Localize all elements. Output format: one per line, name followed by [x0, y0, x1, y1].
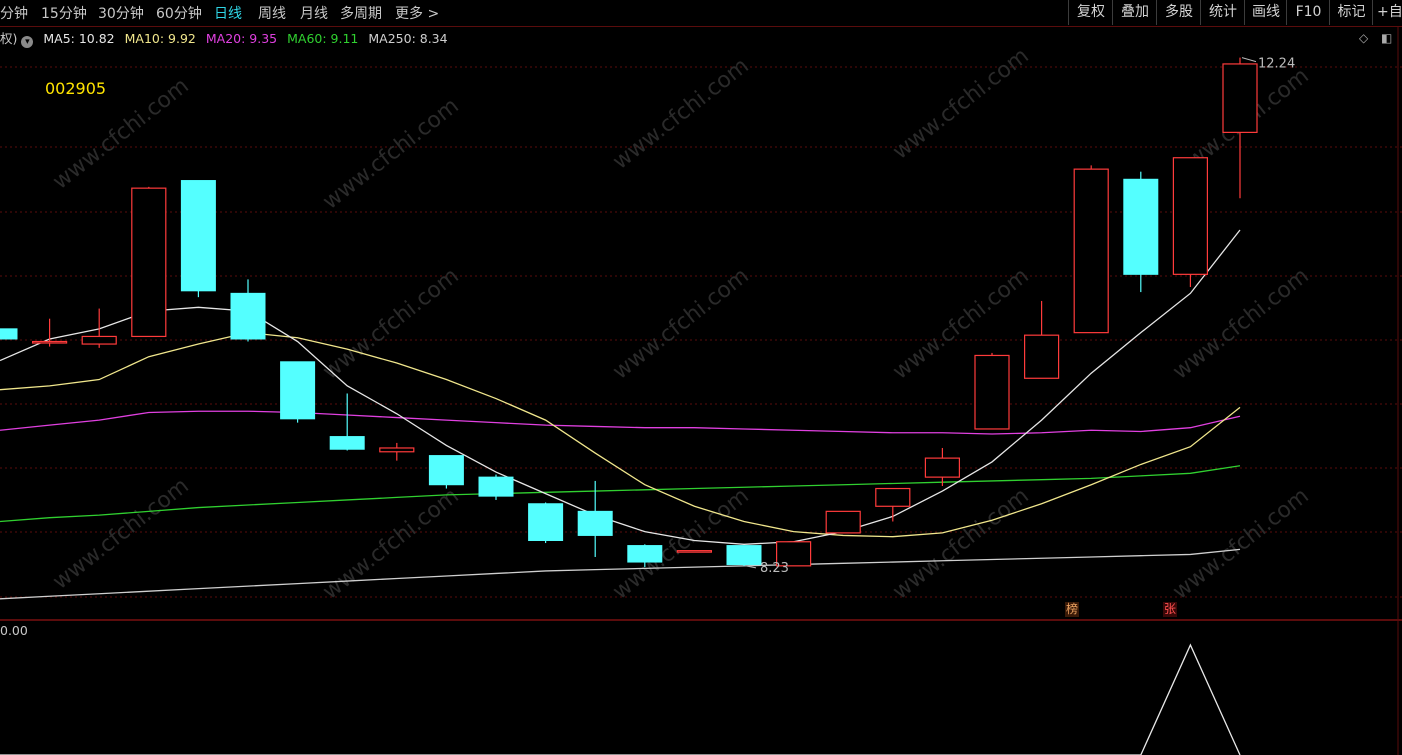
candle-body	[1123, 178, 1159, 275]
tab-more[interactable]: 更多 >	[395, 3, 439, 23]
candle	[726, 545, 762, 566]
candle-body	[478, 476, 514, 497]
candle-body	[0, 328, 18, 340]
watermark-text: www.cfchi.com	[318, 93, 463, 214]
tab-weekly[interactable]: 周线	[258, 3, 286, 23]
candle-body	[428, 455, 464, 486]
ma250-label: MA250: 8.34	[368, 31, 448, 46]
custom-button[interactable]: +自	[1372, 0, 1402, 25]
candle	[1222, 57, 1258, 199]
tab-30min[interactable]: 30分钟	[98, 3, 144, 23]
candle-body	[1222, 63, 1258, 133]
candle-body	[31, 340, 68, 344]
tab-15min[interactable]: 15分钟	[41, 3, 87, 23]
limit-up-badge[interactable]: 张	[1163, 602, 1178, 617]
ma60-label: MA60: 9.11	[287, 31, 359, 46]
watermark-text: www.cfchi.com	[608, 53, 753, 174]
watermark-text: www.cfchi.com	[888, 263, 1033, 384]
watermark-text: www.cfchi.com	[608, 263, 753, 384]
tab-daily[interactable]: 日线	[214, 3, 242, 23]
tab-multi-period[interactable]: 多周期	[340, 3, 382, 23]
candle	[379, 442, 415, 461]
candle	[0, 328, 18, 340]
candle	[1172, 157, 1209, 288]
candle	[1023, 300, 1060, 379]
candle	[180, 180, 216, 298]
panel-toggle-icon[interactable]: ◧	[1381, 31, 1392, 45]
ma-legend: 权) ▾ MA5: 10.82 MA10: 9.92 MA20: 9.35 MA6…	[0, 28, 454, 48]
diamond-icon[interactable]: ◇	[1359, 31, 1368, 45]
tab-monthly[interactable]: 月线	[300, 3, 328, 23]
ma20-label: MA20: 9.35	[205, 31, 278, 46]
top-toolbar: 分钟 15分钟 30分钟 60分钟 日线 周线 月线 多周期 更多 > 复权 叠…	[0, 0, 1402, 27]
candle-body	[180, 180, 216, 292]
candle-body	[726, 545, 762, 566]
indicator-panel	[0, 643, 1241, 755]
candle-body	[924, 457, 961, 478]
candle-body	[1172, 157, 1209, 275]
candle	[478, 474, 514, 500]
candle-body	[974, 354, 1010, 430]
candle	[329, 393, 365, 451]
candle	[974, 352, 1010, 430]
watermark-text: www.cfchi.com	[48, 473, 193, 594]
candle	[528, 502, 564, 544]
candle-body	[676, 550, 713, 553]
low-label: 8.23	[760, 561, 789, 576]
overlay-button[interactable]: 叠加	[1112, 0, 1157, 25]
candle	[280, 361, 316, 423]
candle	[875, 487, 911, 522]
candle	[428, 455, 464, 489]
ma-prefix: 权)	[0, 31, 18, 46]
candlestick-chart[interactable]: www.cfchi.com www.cfchi.com www.cfchi.com w…	[0, 26, 1402, 755]
candle-body	[280, 361, 316, 420]
candle-body	[81, 335, 117, 345]
ma10-label: MA10: 9.92	[124, 31, 196, 46]
watermark-text: www.cfchi.com	[1168, 483, 1313, 604]
candle	[924, 447, 961, 486]
candle	[131, 186, 167, 338]
candle-body	[1023, 334, 1060, 379]
candle	[1123, 171, 1159, 293]
ma20-line	[0, 410, 1241, 435]
candle	[676, 550, 713, 553]
multi-stock-button[interactable]: 多股	[1156, 0, 1201, 25]
candle	[81, 308, 117, 348]
restore-rights-button[interactable]: 复权	[1068, 0, 1113, 25]
list-badge[interactable]: 榜	[1065, 602, 1080, 617]
candle-body	[329, 436, 365, 450]
candle	[577, 480, 613, 557]
candle-body	[627, 545, 663, 563]
indicator-line	[0, 643, 1241, 755]
candle-body	[379, 447, 415, 453]
f10-button[interactable]: F10	[1286, 0, 1330, 25]
candle-body	[528, 503, 564, 541]
candle-body	[875, 487, 911, 507]
candle-body	[230, 292, 266, 340]
statistics-button[interactable]: 统计	[1200, 0, 1245, 25]
candle	[1073, 165, 1109, 334]
watermark-text: www.cfchi.com	[318, 483, 463, 604]
candle-body	[577, 510, 613, 536]
high-label: 12.24	[1258, 57, 1295, 72]
indicator-value: 0.00	[0, 623, 28, 638]
mark-button[interactable]: 标记	[1329, 0, 1373, 25]
candle	[230, 279, 266, 342]
candle-body	[131, 187, 167, 338]
candle-body	[825, 510, 861, 534]
candle	[31, 318, 68, 347]
tab-60min[interactable]: 60分钟	[156, 3, 202, 23]
tab-1min[interactable]: 分钟	[0, 3, 28, 23]
high-pointer	[1241, 57, 1257, 63]
stock-code: 002905	[45, 79, 107, 98]
watermark-text: www.cfchi.com	[608, 483, 753, 604]
candle	[825, 510, 861, 534]
candle-body	[1073, 168, 1109, 334]
chart-grid	[0, 26, 1402, 755]
ma5-label: MA5: 10.82	[43, 31, 115, 46]
watermark-text: www.cfchi.com	[318, 263, 463, 384]
draw-line-button[interactable]: 画线	[1244, 0, 1287, 25]
